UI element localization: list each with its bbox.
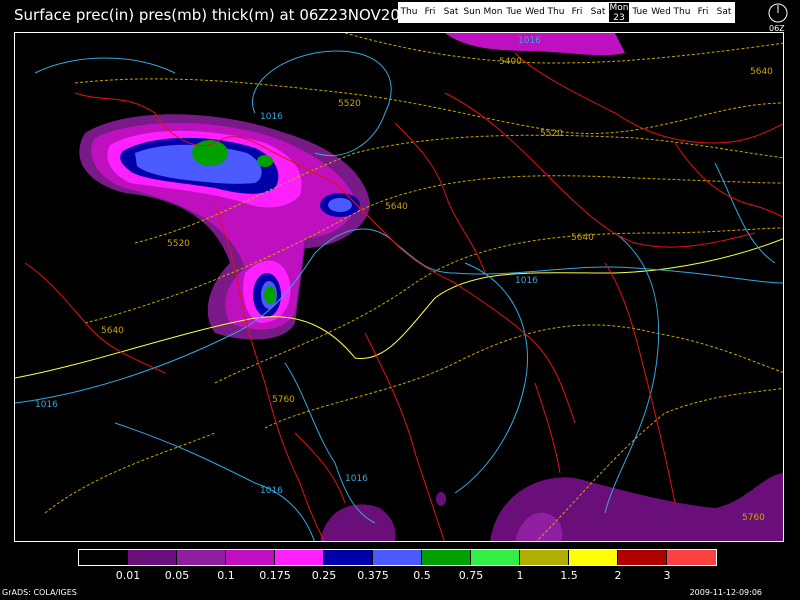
legend-label: 0.05 [164, 569, 190, 582]
day-selector: Thu Fri Sat Sun Mon Tue Wed Thu Fri Sat Mon 23 Tue We… [398, 2, 735, 23]
weather-map-page: Surface prec(in) pres(mb) thick(m) at 06… [0, 0, 800, 600]
day-tab-label: Thu [547, 7, 565, 17]
day-tab-label: Mon [609, 3, 629, 13]
day-tab-label: Sat [716, 7, 732, 17]
thickness-label: 5760 [742, 513, 765, 523]
legend-swatch [569, 550, 618, 565]
legend-label: 1 [516, 569, 524, 582]
day-tab[interactable]: Thu [398, 2, 420, 23]
thickness-label: 5520 [167, 239, 190, 249]
legend-swatch [618, 550, 667, 565]
legend-swatch [226, 550, 275, 565]
legend-label: 0.01 [115, 569, 141, 582]
day-tab[interactable]: Sat [587, 2, 609, 23]
day-tab[interactable]: Sun [461, 2, 483, 23]
day-tab-label: Wed [651, 7, 671, 17]
thickness-label: 5640 [385, 202, 408, 212]
thickness-label: 5640 [101, 326, 124, 336]
contour-labels: 5400 5520 5520 5520 5640 5640 5640 5640 … [35, 36, 773, 523]
day-tab[interactable]: Thu [545, 2, 567, 23]
day-tab[interactable]: Tue [503, 2, 525, 23]
legend-swatch [471, 550, 520, 565]
day-tab[interactable]: Tue [629, 2, 651, 23]
color-legend [78, 549, 717, 566]
day-tab[interactable]: Wed [650, 2, 672, 23]
day-tab-label: Mon [483, 7, 503, 17]
day-tab-label: Fri [697, 7, 709, 17]
day-tab-number: 23 [613, 13, 625, 23]
map-title: Surface prec(in) pres(mb) thick(m) at 06… [14, 6, 419, 24]
isobar-label: 1016 [260, 486, 283, 496]
isobar-label: 1016 [515, 276, 538, 286]
thickness-label: 5640 [571, 233, 594, 243]
footer-credit: GrADS: COLA/IGES [2, 588, 77, 597]
day-tab[interactable]: Mon [482, 2, 504, 23]
isobar-label: 1016 [35, 400, 58, 410]
legend-label: 2 [614, 569, 622, 582]
legend-swatch [520, 550, 569, 565]
day-tab[interactable]: Sat [440, 2, 462, 23]
day-tab-label: Thu [673, 7, 691, 17]
legend-label: 0.1 [217, 569, 235, 582]
legend-label: 0.75 [458, 569, 484, 582]
day-tab-label: Sat [443, 7, 459, 17]
legend-swatch [79, 550, 128, 565]
day-tab[interactable]: Wed [524, 2, 546, 23]
day-tab[interactable]: Fri [692, 2, 714, 23]
footer-timestamp: 2009-11-12-09:06 [689, 588, 762, 597]
map-area: 5400 5520 5520 5520 5640 5640 5640 5640 … [14, 32, 784, 542]
day-tab-label: Fri [424, 7, 436, 17]
thickness-contours [44, 33, 783, 541]
legend-swatch [128, 550, 177, 565]
day-tab-label: Tue [506, 7, 522, 17]
day-tab-label: Wed [525, 7, 545, 17]
day-tab[interactable]: Sat [713, 2, 735, 23]
legend-label: 0.175 [259, 569, 291, 582]
clock-icon [768, 3, 788, 23]
legend-label: 0.25 [311, 569, 337, 582]
thickness-label: 5400 [499, 57, 522, 67]
thickness-label: 5520 [540, 129, 563, 139]
legend-labels: 0.01 0.05 0.1 0.175 0.25 0.375 0.5 0.75 1 1.5 2 3 [78, 569, 728, 583]
legend-swatch [177, 550, 226, 565]
isobar-label: 1016 [345, 474, 368, 484]
day-tab-label: Sat [590, 7, 606, 17]
thickness-label: 5760 [272, 395, 295, 405]
legend-swatch [422, 550, 471, 565]
thickness-label: 5640 [750, 67, 773, 77]
legend-label: 3 [663, 569, 671, 582]
precip-shading [79, 33, 783, 541]
day-tab-label: Tue [632, 7, 648, 17]
day-tab-label: Thu [400, 7, 418, 17]
day-tab[interactable]: Mon 23 [608, 2, 630, 23]
legend-label: 0.375 [357, 569, 389, 582]
isobar-label: 1016 [518, 36, 541, 46]
legend-swatch [275, 550, 324, 565]
day-tab[interactable]: Fri [566, 2, 588, 23]
isobar-label: 1016 [260, 112, 283, 122]
legend-label: 1.5 [560, 569, 578, 582]
thickness-label: 5520 [338, 99, 361, 109]
day-tab-label: Fri [571, 7, 583, 17]
map-svg: 5400 5520 5520 5520 5640 5640 5640 5640 … [15, 33, 783, 541]
day-tab[interactable]: Fri [419, 2, 441, 23]
legend-swatch [373, 550, 422, 565]
day-tab-label: Sun [463, 7, 481, 17]
legend-label: 0.5 [413, 569, 431, 582]
legend-swatch [667, 550, 716, 565]
day-tab[interactable]: Thu [671, 2, 693, 23]
legend-swatch [324, 550, 373, 565]
